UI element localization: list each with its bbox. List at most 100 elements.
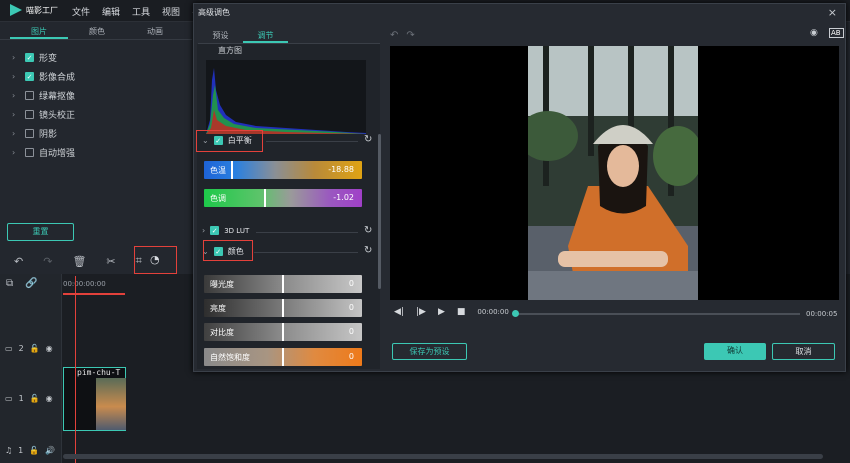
close-icon[interactable]: × — [828, 6, 837, 19]
clip-thumbnail — [96, 378, 126, 430]
tab-image[interactable]: 图片 — [10, 24, 68, 39]
reset-icon[interactable]: ↻ — [364, 225, 372, 236]
tab-presets[interactable]: 预设 — [198, 28, 243, 43]
timeline-scrollbar[interactable] — [63, 454, 823, 459]
effect-list: › ✓ 形变 › ✓ 影像合成 › 绿幕抠像 › 镜头校正 › 阴影 › 自动增强 — [12, 48, 75, 162]
ab-compare-icon[interactable]: AB — [829, 28, 844, 38]
menu-view[interactable]: 视图 — [162, 5, 180, 18]
logo-text: 喵影工厂 — [26, 5, 58, 15]
brightness-knob[interactable] — [282, 299, 284, 317]
cut-icon[interactable]: ✂ — [106, 255, 115, 268]
vibrance-knob[interactable] — [282, 348, 284, 366]
histogram — [206, 60, 366, 134]
chevron-right-icon[interactable]: › — [12, 53, 20, 62]
effect-chroma[interactable]: › 绿幕抠像 — [12, 86, 75, 105]
undo-icon[interactable]: ↶ — [14, 255, 23, 268]
player-controls: ◀| |▶ ▶ ■ 00:00:00 — [394, 307, 509, 317]
ruler-progress — [63, 293, 125, 295]
delete-icon[interactable]: 🗑 — [72, 255, 86, 268]
white-balance-highlight — [196, 130, 263, 152]
menu-tools[interactable]: 工具 — [132, 5, 150, 18]
chevron-right-icon[interactable]: › — [12, 91, 20, 100]
playhead[interactable] — [75, 276, 76, 463]
auto-enhance-checkbox[interactable] — [25, 148, 34, 157]
eye-icon[interactable]: ◉ — [810, 28, 830, 38]
link-icon[interactable]: 🔗 — [25, 278, 37, 289]
effect-shadow[interactable]: › 阴影 — [12, 124, 75, 143]
chevron-right-icon[interactable]: › — [12, 72, 20, 81]
progress-track[interactable] — [515, 313, 800, 315]
effect-label: 影像合成 — [39, 73, 76, 83]
tab-animation[interactable]: 动画 — [126, 24, 184, 39]
temperature-slider[interactable]: 色温 -18.88 — [204, 161, 362, 179]
ok-button[interactable]: 确认 — [704, 343, 766, 360]
lock-icon[interactable]: 🔓 — [30, 344, 40, 353]
effect-label: 自动增强 — [39, 149, 76, 159]
contrast-knob[interactable] — [282, 323, 284, 341]
effect-auto-enhance[interactable]: › 自动增强 — [12, 143, 75, 162]
panel-scrollbar[interactable] — [378, 134, 381, 289]
effect-label: 镜头校正 — [39, 111, 76, 121]
menu-file[interactable]: 文件 — [72, 5, 90, 18]
clip-label: pim-chu-T — [77, 368, 121, 377]
cancel-button[interactable]: 取消 — [772, 343, 835, 360]
exposure-knob[interactable] — [282, 275, 284, 293]
eye-icon[interactable]: ◉ — [46, 394, 53, 403]
undo-icon[interactable]: ↶ — [390, 30, 398, 41]
redo-icon[interactable]: ↷ — [406, 30, 414, 41]
chevron-right-icon[interactable]: › — [12, 129, 20, 138]
lut-label: 3D LUT — [224, 226, 250, 235]
vibrance-slider[interactable]: 自然饱和度 0 — [204, 348, 362, 366]
brightness-slider[interactable]: 亮度 0 — [204, 299, 362, 317]
tab-color[interactable]: 颜色 — [68, 24, 126, 39]
play-pause-icon[interactable]: |▶ — [416, 307, 426, 317]
menu-bar: 文件 编辑 工具 视图 导出 — [72, 5, 210, 18]
tab-adjust[interactable]: 调节 — [243, 28, 288, 43]
volume-icon[interactable]: 🔊 — [45, 446, 55, 455]
stop-icon[interactable]: ■ — [457, 307, 466, 317]
menu-edit[interactable]: 编辑 — [102, 5, 120, 18]
save-preset-button[interactable]: 保存为预设 — [392, 343, 467, 360]
track-header-2: ▭ 2 🔓 ◉ — [5, 344, 53, 353]
chevron-right-icon[interactable]: › — [12, 148, 20, 157]
eye-icon[interactable]: ◉ — [46, 344, 53, 353]
effect-composite[interactable]: › ✓ 影像合成 — [12, 67, 75, 86]
dialog-title: 高级调色 — [198, 8, 230, 17]
lens-checkbox[interactable] — [25, 110, 34, 119]
lut-checkbox[interactable]: ✓ — [210, 226, 220, 235]
reset-icon[interactable]: ↻ — [364, 134, 372, 145]
video-track-icon: ▭ — [5, 394, 13, 403]
tint-slider[interactable]: 色调 -1.02 — [204, 189, 362, 207]
lut-header[interactable]: › ✓ 3D LUT — [202, 226, 249, 235]
lock-icon[interactable]: 🔓 — [30, 394, 40, 403]
reset-button[interactable]: 重置 — [7, 223, 74, 241]
divider — [254, 252, 358, 253]
reset-icon[interactable]: ↻ — [364, 245, 372, 256]
exposure-slider[interactable]: 曝光度 0 — [204, 275, 362, 293]
tint-knob[interactable] — [264, 189, 266, 207]
color-grading-icon[interactable]: ◔ — [150, 253, 160, 266]
end-time: 00:00:05 — [806, 310, 838, 318]
play-icon[interactable]: ▶ — [438, 307, 445, 317]
preview-image — [528, 46, 698, 300]
chevron-right-icon[interactable]: › — [12, 110, 20, 119]
audio-track-header: ♫ 1 🔓 🔊 — [5, 446, 56, 455]
dialog-tabs: 预设 调节 — [198, 28, 380, 44]
temperature-knob[interactable] — [231, 161, 233, 179]
property-tabs: 图片 颜色 动画 — [0, 24, 192, 40]
prev-frame-icon[interactable]: ◀| — [394, 307, 404, 317]
effect-transform[interactable]: › ✓ 形变 — [12, 48, 75, 67]
contrast-slider[interactable]: 对比度 0 — [204, 323, 362, 341]
effect-lens[interactable]: › 镜头校正 — [12, 105, 75, 124]
redo-icon[interactable]: ↷ — [43, 255, 52, 268]
lock-icon[interactable]: 🔓 — [29, 446, 39, 455]
chevron-right-icon[interactable]: › — [202, 226, 205, 235]
composite-checkbox[interactable]: ✓ — [25, 72, 34, 81]
shadow-checkbox[interactable] — [25, 129, 34, 138]
divider — [266, 141, 358, 142]
progress-handle[interactable] — [512, 310, 519, 317]
add-track-icon[interactable]: ⧉ — [6, 278, 13, 289]
transform-checkbox[interactable]: ✓ — [25, 53, 34, 62]
chroma-checkbox[interactable] — [25, 91, 34, 100]
track-headers: ⧉ 🔗 ▭ 2 🔓 ◉ ▭ 1 🔓 ◉ ♫ 1 🔓 🔊 — [0, 274, 62, 463]
